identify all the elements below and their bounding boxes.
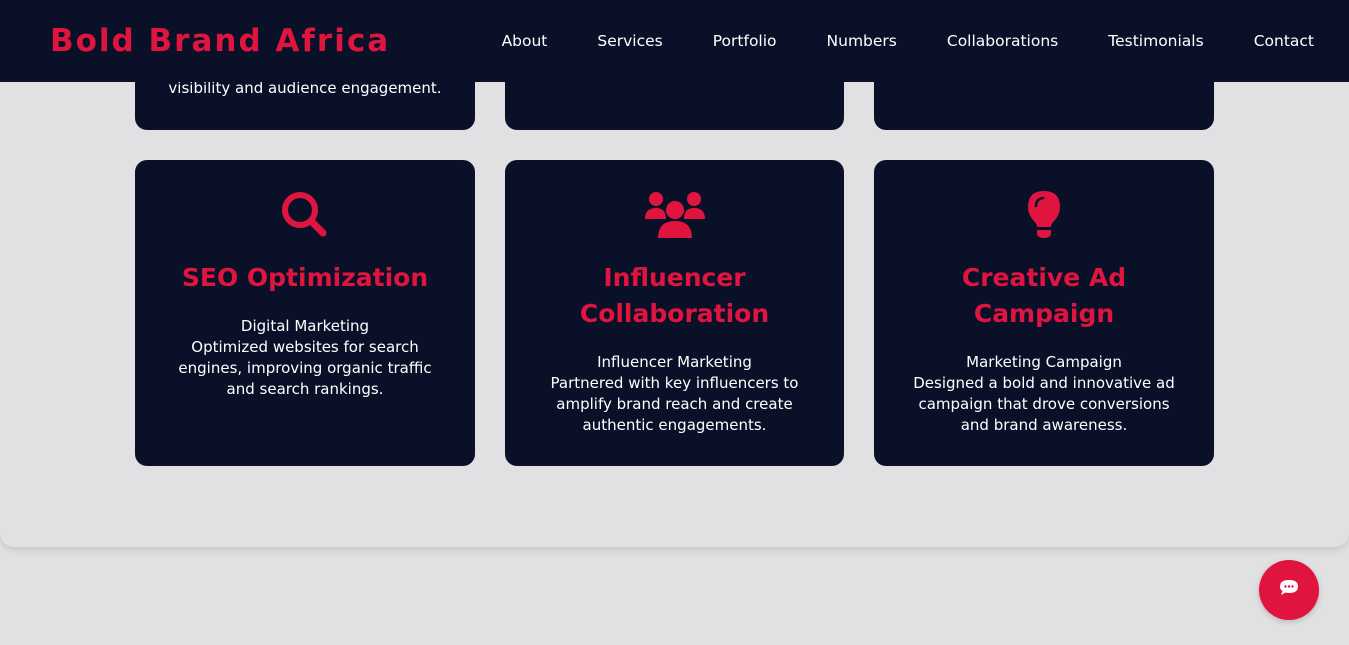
chat-button[interactable] [1259,560,1319,620]
nav-link-numbers[interactable]: Numbers [827,32,897,50]
card-text: Digital Marketing Optimized websites for… [163,316,447,400]
card-title: Creative Ad Campaign [961,263,1127,328]
card-category: Marketing Campaign [966,353,1122,371]
card-text: Marketing Campaign Designed a bold and i… [902,352,1186,436]
portfolio-card-creative-ad: Creative Ad Campaign Marketing Campaign … [874,160,1214,466]
users-icon [643,188,707,242]
card-title: SEO Optimization [181,263,429,292]
portfolio-card-seo: SEO Optimization Digital Marketing Optim… [135,160,475,466]
portfolio-section: visibility and audience engagement. SEO … [0,0,1349,547]
nav-link-portfolio[interactable]: Portfolio [713,32,777,50]
card-category: Digital Marketing [240,317,370,335]
search-icon [273,188,337,242]
card-category: Influencer Marketing [597,353,752,371]
nav-link-testimonials[interactable]: Testimonials [1108,32,1203,50]
top-navbar: Bold Brand Africa About Services Portfol… [0,0,1349,82]
card-description: Designed a bold and innovative ad campai… [913,374,1175,434]
card-title: Influencer Collaboration [579,263,770,328]
chat-icon [1279,579,1299,601]
brand-logo[interactable]: Bold Brand Africa [50,23,390,59]
portfolio-card-influencer: Influencer Collaboration Influencer Mark… [505,160,844,466]
nav-link-about[interactable]: About [502,32,548,50]
card-description: Optimized websites for search engines, i… [178,338,432,398]
main-nav: About Services Portfolio Numbers Collabo… [452,32,1314,50]
nav-link-collaborations[interactable]: Collaborations [947,32,1058,50]
nav-link-services[interactable]: Services [597,32,662,50]
card-text: Influencer Marketing Partnered with key … [533,352,816,436]
nav-link-contact[interactable]: Contact [1254,32,1314,50]
card-description: Partnered with key influencers to amplif… [550,374,799,434]
lightbulb-icon [1012,188,1076,242]
